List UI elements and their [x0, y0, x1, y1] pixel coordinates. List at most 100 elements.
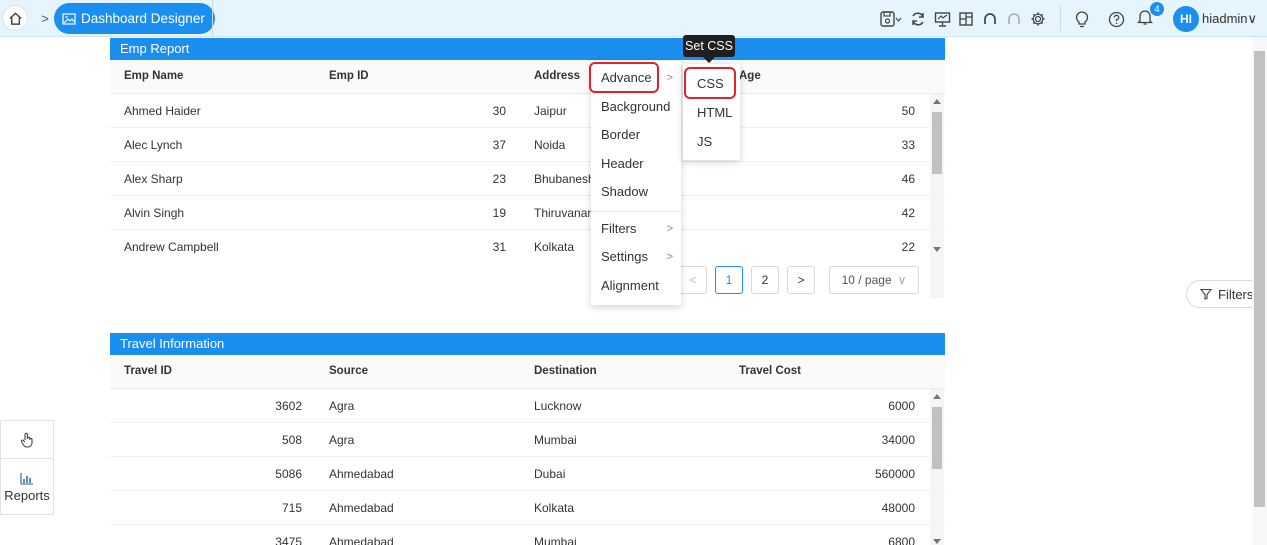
filter-icon — [1200, 288, 1212, 300]
layout-button[interactable] — [954, 7, 978, 31]
menu-item-settings[interactable]: Settings > — [591, 243, 681, 271]
page-size-select[interactable]: 10 / page ∨ — [829, 266, 919, 294]
lightbulb-icon — [1075, 10, 1089, 27]
travel-info-widget: Travel Information Travel ID Source Dest… — [110, 333, 945, 545]
presentation-button[interactable] — [930, 7, 954, 31]
user-menu[interactable]: hiadmin∨ — [1202, 11, 1257, 27]
chevron-down-icon: ∨ — [1247, 11, 1258, 26]
css-highlight-box — [684, 67, 736, 99]
toolbar — [876, 7, 1050, 31]
menu-item-header[interactable]: Header — [591, 150, 681, 178]
settings-button[interactable] — [1026, 7, 1050, 31]
menu-item-alignment[interactable]: Alignment — [591, 272, 681, 300]
scroll-up-icon[interactable] — [933, 394, 941, 399]
left-toolbar: Reports — [0, 420, 54, 515]
scroll-down-icon[interactable] — [933, 247, 941, 252]
cell-address: Jaipur — [534, 104, 567, 118]
cell-address: Thiruvanan — [534, 206, 595, 220]
emp-report-header-row: Emp Name Emp ID Address Age — [110, 60, 945, 94]
scroll-up-icon[interactable] — [933, 99, 941, 104]
prev-page-button[interactable]: < — [679, 266, 707, 294]
help-button[interactable] — [1104, 7, 1128, 31]
notification-badge: 4 — [1150, 2, 1164, 16]
toolbar-divider — [1060, 6, 1061, 31]
menu-item-shadow[interactable]: Shadow — [591, 178, 681, 206]
chevron-right-icon: > — [666, 251, 673, 263]
menu-item-label: Filters — [601, 221, 637, 236]
emp-report-scrollbar[interactable] — [930, 94, 944, 298]
redo-button[interactable] — [1002, 7, 1026, 31]
redo-icon — [1008, 13, 1020, 24]
tooltip-arrow — [703, 57, 715, 63]
tips-button[interactable] — [1070, 7, 1094, 31]
next-page-button[interactable]: > — [787, 266, 815, 294]
avatar[interactable]: HI — [1173, 6, 1199, 32]
cell-destination: Dubai — [534, 467, 566, 481]
breadcrumb-chevron-icon: > — [41, 10, 49, 26]
breadcrumb-title: Dashboard Designer — [81, 11, 205, 26]
submenu-item-js[interactable]: JS — [683, 128, 740, 156]
top-bar: > Dashboard Designer 4 HI hiadmin∨ — [0, 0, 1267, 37]
column-header[interactable]: Address — [534, 70, 580, 82]
save-dropdown-button[interactable] — [876, 7, 906, 31]
page-scrollbar[interactable] — [1252, 37, 1267, 545]
cell-emp-id: 37 — [492, 138, 506, 152]
cell-emp-id: 23 — [492, 172, 506, 186]
cell-emp-name: Alec Lynch — [124, 138, 183, 152]
notifications-button[interactable]: 4 — [1136, 2, 1164, 30]
scroll-thumb[interactable] — [932, 112, 942, 174]
scroll-down-icon[interactable] — [933, 539, 941, 544]
home-button[interactable] — [2, 5, 28, 31]
column-header[interactable]: Age — [739, 70, 761, 82]
table-row: Alec Lynch 37 Noida 33 — [110, 128, 945, 162]
gear-icon — [1031, 12, 1045, 26]
column-header[interactable]: Destination — [534, 365, 597, 377]
layout-icon — [959, 12, 973, 26]
cell-travel-cost: 6000 — [888, 399, 915, 413]
menu-item-border[interactable]: Border — [591, 121, 681, 149]
menu-item-filters[interactable]: Filters > — [591, 215, 681, 243]
table-row: Alvin Singh 19 Thiruvanan 42 — [110, 196, 945, 230]
breadcrumb-dashboard-designer[interactable]: Dashboard Designer — [54, 3, 215, 34]
cell-emp-name: Andrew Campbell — [124, 240, 219, 254]
set-css-tooltip: Set CSS — [683, 35, 735, 57]
chevron-down-icon: ∨ — [897, 273, 907, 287]
page-1-button[interactable]: 1 — [715, 266, 743, 294]
breadcrumb-divider — [212, 0, 213, 37]
column-header[interactable]: Emp ID — [329, 70, 369, 82]
cell-travel-id: 3475 — [275, 535, 302, 545]
cell-emp-name: Ahmed Haider — [124, 104, 201, 118]
cell-destination: Mumbai — [534, 535, 577, 545]
cell-age: 42 — [901, 206, 915, 220]
page-2-button[interactable]: 2 — [751, 266, 779, 294]
travel-info-scrollbar[interactable] — [930, 389, 944, 545]
table-row: 3602 Agra Lucknow 6000 — [110, 389, 945, 423]
cell-address: Bhubanesh — [534, 172, 595, 186]
refresh-button[interactable] — [906, 7, 930, 31]
cell-travel-cost: 48000 — [881, 501, 915, 515]
submenu-item-html[interactable]: HTML — [683, 99, 740, 127]
page-size-label: 10 / page — [841, 273, 892, 287]
table-row: 508 Agra Mumbai 34000 — [110, 423, 945, 457]
cell-emp-name: Alvin Singh — [124, 206, 185, 220]
cell-address: Kolkata — [534, 240, 575, 254]
page-scroll-thumb[interactable] — [1254, 51, 1265, 507]
column-header[interactable]: Travel ID — [124, 365, 172, 377]
filters-label: Filters — [1218, 286, 1254, 302]
cell-emp-id: 31 — [492, 240, 506, 254]
travel-info-header-row: Travel ID Source Destination Travel Cost — [110, 355, 945, 389]
undo-button[interactable] — [978, 7, 1002, 31]
interaction-button[interactable] — [1, 421, 53, 459]
cell-source: Ahmedabad — [329, 535, 394, 545]
column-header[interactable]: Emp Name — [124, 70, 183, 82]
reports-button[interactable]: Reports — [1, 460, 53, 515]
scroll-thumb[interactable] — [932, 407, 942, 469]
widget-context-menu: Advance > Background Border Header Shadow… — [591, 61, 681, 305]
cell-destination: Kolkata — [534, 501, 575, 515]
menu-item-background[interactable]: Background — [591, 93, 681, 121]
cell-travel-id: 5086 — [275, 467, 302, 481]
table-row: 3475 Ahmedabad Mumbai 6800 — [110, 525, 945, 545]
column-header[interactable]: Travel Cost — [739, 365, 801, 377]
column-header[interactable]: Source — [329, 365, 368, 377]
advance-highlight-box — [589, 62, 659, 93]
